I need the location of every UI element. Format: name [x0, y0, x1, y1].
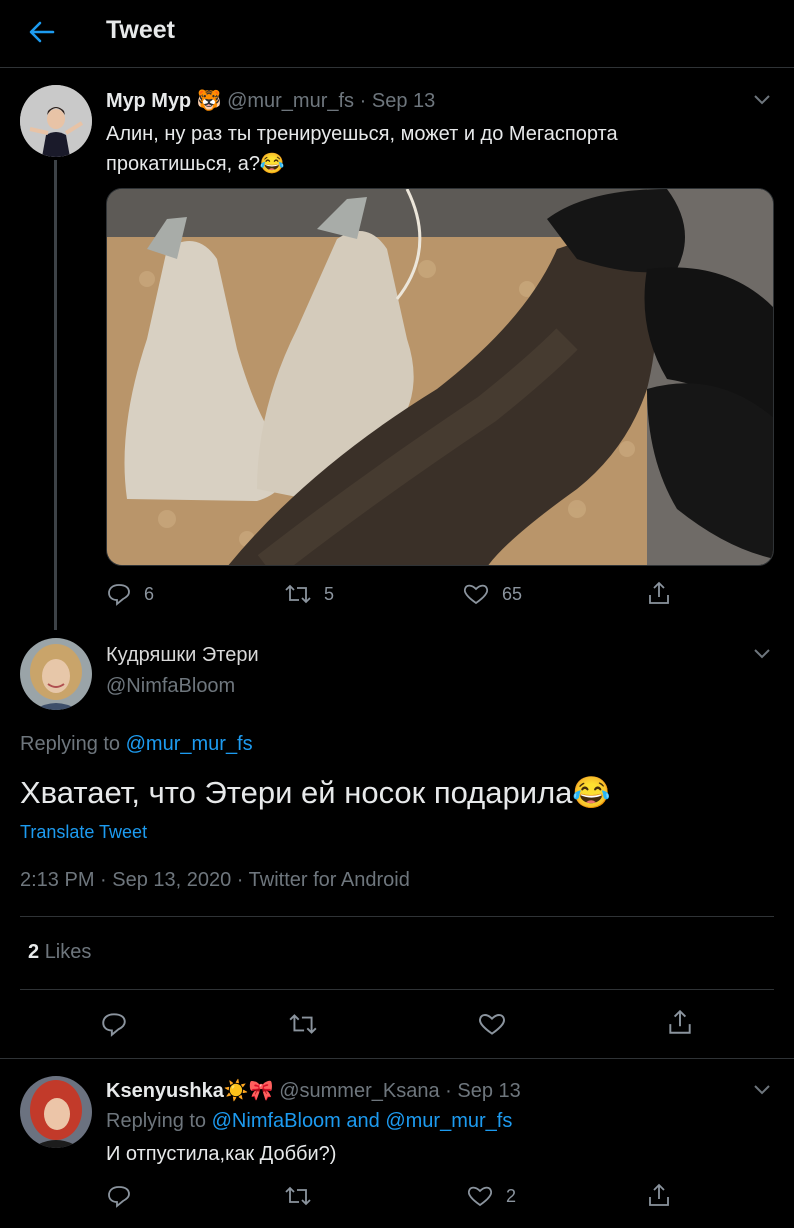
share-icon — [649, 581, 669, 604]
retweet-icon — [289, 1014, 317, 1034]
share-button[interactable] — [646, 580, 672, 606]
reply-button[interactable]: 6 — [106, 582, 154, 606]
retweet-icon — [285, 584, 311, 604]
chevron-down-icon[interactable] — [750, 642, 774, 666]
handle-text: @NimfaBloom — [106, 675, 236, 697]
reply-icon — [102, 1013, 126, 1037]
display-name[interactable]: Кудряшки Этери — [106, 644, 259, 667]
avatar[interactable] — [20, 638, 92, 710]
reply-button[interactable] — [100, 1010, 128, 1038]
like-count: 2 — [506, 1185, 517, 1206]
retweet-count: 5 — [324, 583, 335, 604]
handle[interactable]: @NimfaBloom — [106, 675, 235, 698]
reply-icon — [108, 584, 130, 606]
tweet-text: Хватает, что Этери ей носок подарила😂 — [20, 775, 611, 810]
like-button[interactable]: 65 — [462, 582, 522, 606]
back-arrow-icon[interactable] — [22, 14, 62, 50]
display-name[interactable]: Мур Мур — [106, 90, 191, 112]
tweet-text: И отпустила,как Добби?) — [106, 1143, 337, 1165]
likes-label: Likes — [44, 941, 92, 963]
replying-to-link[interactable]: @mur_mur_fs — [126, 733, 253, 755]
reply-icon — [108, 1186, 130, 1208]
name-emoji: 🐯 — [196, 90, 222, 112]
top-bar: Tweet — [0, 0, 794, 68]
tweet-date[interactable]: Sep 13 — [372, 90, 435, 112]
share-icon — [669, 1009, 691, 1034]
display-name[interactable]: Ksenyushka☀️🎀 — [106, 1080, 274, 1102]
avatar[interactable] — [20, 1076, 92, 1148]
chevron-down-icon[interactable] — [750, 1078, 774, 1102]
replying-prefix: Replying to — [106, 1110, 207, 1132]
retweet-icon — [285, 1186, 311, 1206]
replying-prefix: Replying to — [20, 733, 121, 755]
separator: · — [359, 90, 367, 112]
share-button[interactable] — [646, 1182, 672, 1208]
reply-button[interactable] — [106, 1184, 132, 1208]
reply-count: 6 — [144, 583, 155, 604]
replying-to: Replying to @NimfaBloom and @mur_mur_fs — [106, 1110, 512, 1133]
retweet-button[interactable] — [284, 1184, 312, 1208]
avatar[interactable] — [20, 85, 92, 157]
tweet-author-row: Ksenyushka☀️🎀 @summer_Ksana · Sep 13 — [106, 1078, 521, 1103]
chevron-down-icon[interactable] — [750, 88, 774, 112]
likes-count: 2 — [28, 941, 40, 963]
separator: · — [445, 1080, 452, 1102]
tweet-author-row: Мур Мур 🐯 @mur_mur_fs · Sep 13 — [106, 88, 435, 113]
retweet-button[interactable]: 5 — [284, 582, 334, 606]
likes-stat[interactable]: 2 Likes — [28, 941, 91, 964]
translate-tweet-link[interactable]: Translate Tweet — [20, 822, 147, 843]
retweet-button[interactable] — [288, 1010, 318, 1038]
handle[interactable]: @summer_Ksana — [279, 1080, 439, 1102]
tweet-timestamp[interactable]: 2:13 PM · Sep 13, 2020 · Twitter for And… — [20, 869, 410, 892]
share-button[interactable] — [666, 1008, 694, 1036]
heart-icon — [467, 1186, 493, 1207]
tweet-date[interactable]: Sep 13 — [457, 1080, 520, 1102]
divider — [0, 1058, 794, 1059]
thread-connector-line — [54, 160, 57, 630]
divider — [20, 989, 774, 990]
heart-icon — [479, 1014, 505, 1035]
like-count: 65 — [502, 583, 523, 604]
page-title: Tweet — [106, 16, 175, 44]
like-button[interactable]: 2 — [466, 1184, 516, 1208]
like-button[interactable] — [477, 1010, 507, 1038]
tweet-text: Алин, ну раз ты тренируешься, может и до… — [106, 123, 618, 175]
heart-icon — [463, 584, 489, 605]
replying-to-link[interactable]: @NimfaBloom and @mur_mur_fs — [212, 1110, 513, 1132]
replying-to: Replying to @mur_mur_fs — [20, 733, 253, 756]
tweet-media-image[interactable] — [106, 188, 774, 566]
share-icon — [649, 1183, 669, 1206]
divider — [20, 916, 774, 917]
handle[interactable]: @mur_mur_fs — [227, 90, 354, 112]
